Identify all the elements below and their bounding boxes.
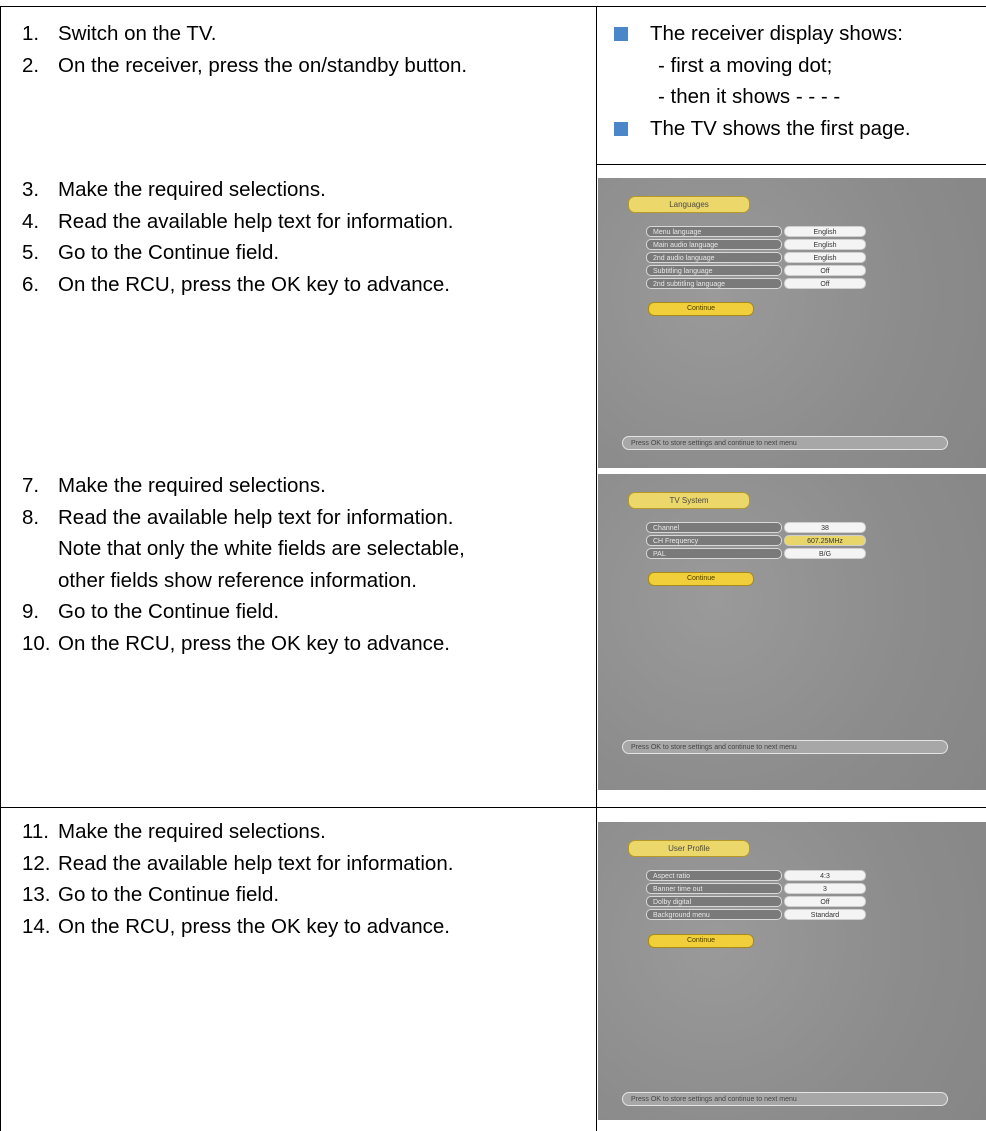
row-divider-1 (596, 164, 986, 165)
table-left-border (0, 6, 1, 1131)
step-item: 7. Make the required selections. (22, 474, 326, 497)
setting-row: PAL B/G (646, 548, 866, 560)
setting-row: Banner time out 3 (646, 883, 866, 895)
note-display: The receiver display shows: (614, 18, 911, 50)
tv-screenshot-languages: Languages Menu language English Main audi… (598, 178, 986, 468)
screen-title: TV System (628, 492, 750, 509)
step-item: 6. On the RCU, press the OK key to advanc… (22, 272, 450, 296)
step-item: 3. Make the required selections. (22, 178, 326, 201)
setting-row: Background menu Standard (646, 909, 866, 921)
help-bar: Press OK to store settings and continue … (622, 1092, 948, 1106)
bullet-square-icon (614, 121, 628, 136)
screen-title: User Profile (628, 840, 750, 857)
step-item: 11. Make the required selections. (22, 820, 326, 843)
continue-button: Continue (648, 934, 754, 948)
setting-row: Dolby digital Off (646, 896, 866, 908)
note-sub-2: - then it shows - - - - (658, 85, 841, 108)
receiver-notes: The receiver display shows: - first a mo… (614, 18, 911, 144)
setting-row: Channel 38 (646, 522, 866, 534)
steps-section-1: 1. Switch on the TV. 2. On the receiver, p… (22, 18, 467, 81)
step-item: 13. Go to the Continue field. (22, 883, 280, 906)
continue-button: Continue (648, 302, 754, 316)
note-tv: The TV shows the first page. (614, 113, 911, 145)
step-item: 1. Switch on the TV. (22, 22, 217, 45)
manual-page: 1. Switch on the TV. 2. On the receiver, p… (0, 0, 986, 1131)
help-bar: Press OK to store settings and continue … (622, 436, 948, 450)
step-item: 9. Go to the Continue field. (22, 600, 280, 623)
table-middle-border (596, 6, 597, 1131)
continue-button: Continue (648, 572, 754, 586)
setting-row: 2nd subtitling language Off (646, 278, 866, 290)
step-item: 4. Read the available help text for infor… (22, 209, 454, 233)
setting-row: Aspect ratio 4:3 (646, 870, 866, 882)
step-item: 8. Read the available help text for infor… (22, 505, 465, 592)
steps-section-4: 11. Make the required selections. 12. Read… (22, 816, 453, 942)
setting-row: Menu language English (646, 226, 866, 238)
steps-section-2: 3. Make the required selections. 4. Read t… (22, 174, 453, 300)
help-bar: Press OK to store settings and continue … (622, 740, 948, 754)
table-top-border (0, 6, 986, 7)
row-divider-2 (0, 807, 986, 808)
step-item: 5. Go to the Continue field. (22, 241, 280, 264)
tv-screenshot-user-profile: User Profile Aspect ratio 4:3 Banner time… (598, 822, 986, 1120)
setting-row: Subtitling language Off (646, 265, 866, 277)
setting-row: CH Frequency 607.25MHz (646, 535, 866, 547)
setting-row: 2nd audio language English (646, 252, 866, 264)
bullet-square-icon (614, 27, 628, 41)
note-sub-1: - first a moving dot; (658, 53, 833, 77)
step-item: 14. On the RCU, press the OK key to advan… (22, 914, 450, 938)
step-item: 12. Read the available help text for info… (22, 851, 454, 875)
step-item: 2. On the receiver, press the on/standby … (22, 53, 468, 77)
steps-section-3: 7. Make the required selections. 8. Read t… (22, 470, 465, 659)
tv-screenshot-tv-system: TV System Channel 38 CH Frequency 607.25MH… (598, 474, 986, 790)
setting-row: Main audio language English (646, 239, 866, 251)
step-item: 10. On the RCU, press the OK key to advan… (22, 631, 450, 655)
screen-title: Languages (628, 196, 750, 213)
